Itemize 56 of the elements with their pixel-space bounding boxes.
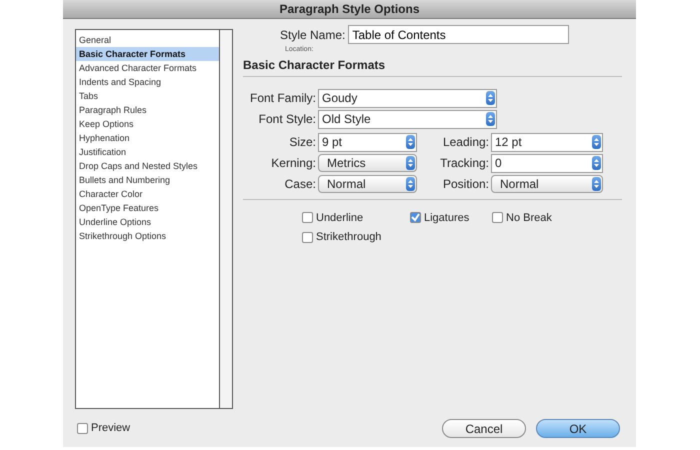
checkbox[interactable]: [302, 212, 313, 224]
dropdown[interactable]: Metrics: [318, 154, 417, 172]
font-family-dropdown[interactable]: Goudy: [318, 88, 497, 108]
field-label: Size:: [288, 134, 316, 152]
field-label: Font Style:: [258, 111, 316, 128]
checkbox[interactable]: [410, 212, 421, 224]
sidebar-item[interactable]: Underline Options: [76, 215, 219, 230]
field-label: Position:: [442, 176, 489, 193]
sidebar-item[interactable]: General: [76, 33, 219, 48]
field-label: Kerning:: [270, 155, 316, 172]
checkbox-label: Preview: [91, 420, 130, 436]
checkbox-label: Underline: [316, 210, 364, 226]
checkbox-label: No Break: [506, 210, 552, 226]
dropdown[interactable]: Normal: [318, 174, 417, 193]
field-label: Leading:: [442, 134, 489, 152]
sidebar-item[interactable]: Advanced Character Formats: [76, 61, 219, 76]
field-label: Tracking:: [439, 155, 489, 172]
ok-button[interactable]: OK: [536, 418, 620, 438]
checkbox[interactable]: [492, 212, 503, 224]
cancel-button[interactable]: Cancel: [442, 418, 526, 438]
checkbox[interactable]: [77, 422, 88, 434]
sidebar-item[interactable]: Indents and Spacing: [76, 75, 219, 90]
checkbox[interactable]: [302, 232, 313, 243]
field-label: Style Name:: [280, 26, 346, 44]
stepper-icon[interactable]: [406, 176, 415, 191]
dropdown[interactable]: Normal: [491, 174, 603, 193]
combo-field[interactable]: 9 pt: [318, 132, 417, 152]
scroll-bar[interactable]: [219, 30, 232, 408]
stepper-icon[interactable]: [406, 156, 415, 170]
sidebar-item[interactable]: Tabs: [76, 89, 219, 104]
field-label: Case:: [284, 176, 316, 193]
sidebar-item[interactable]: Drop Caps and Nested Styles: [76, 159, 219, 174]
section-heading: Basic Character Formats: [243, 56, 386, 74]
sidebar-item[interactable]: Keep Options: [76, 117, 219, 132]
combo-field[interactable]: 12 pt: [491, 132, 603, 152]
checkbox-label: Strikethrough: [316, 230, 382, 246]
stepper-icon[interactable]: [592, 156, 601, 170]
sidebar-item[interactable]: Justification: [76, 145, 219, 160]
stepper-icon[interactable]: [486, 91, 495, 106]
style-name-field[interactable]: Table of Contents: [348, 25, 570, 44]
sidebar-item[interactable]: Bullets and Numbering: [76, 173, 219, 188]
window-title: Paragraph Style Options: [279, 1, 420, 18]
sidebar-item[interactable]: OpenType Features: [76, 201, 219, 216]
stepper-icon[interactable]: [592, 135, 601, 150]
field-label: Font Family:: [248, 90, 316, 108]
combo-field[interactable]: 0: [491, 154, 603, 173]
sidebar-item[interactable]: Hyphenation: [76, 131, 219, 146]
sidebar-item[interactable]: Paragraph Rules: [76, 103, 219, 118]
font-style-dropdown[interactable]: Old Style: [318, 110, 497, 129]
sidebar-item[interactable]: Basic Character Formats: [76, 47, 219, 62]
checkbox-label: Ligatures: [424, 210, 470, 226]
stepper-icon[interactable]: [406, 135, 415, 150]
sidebar-item[interactable]: Strikethrough Options: [76, 229, 219, 244]
stepper-icon[interactable]: [592, 176, 601, 191]
sidebar-item[interactable]: Character Color: [76, 187, 219, 202]
stepper-icon[interactable]: [486, 112, 495, 126]
